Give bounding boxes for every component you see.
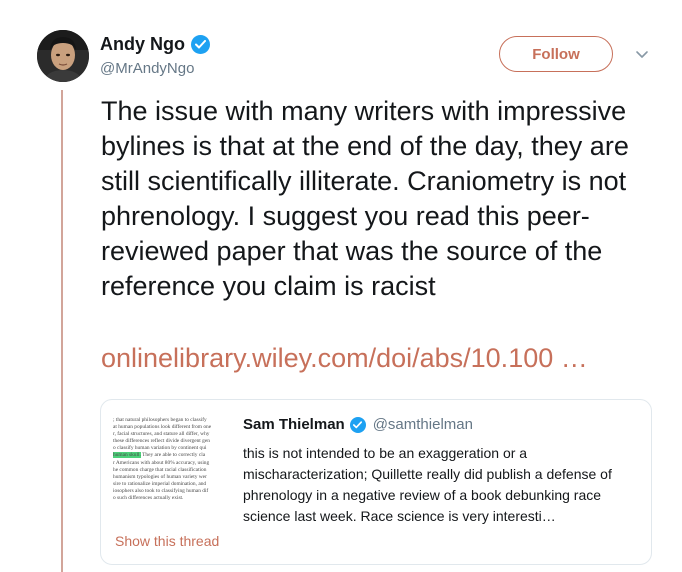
verified-badge-icon [349,416,366,433]
author-handle[interactable]: @MrAndyNgo [100,60,194,77]
quoted-tweet-thumbnail[interactable]: ; that natural philosophers began to cla… [113,417,231,525]
follow-button[interactable]: Follow [499,36,613,72]
verified-badge-icon [191,35,210,54]
thumbnail-line: he common charge that racial classificat… [113,466,207,473]
tweet-link[interactable]: onlinelibrary.wiley.com/doi/abs/10.100 … [101,341,661,376]
quoted-author[interactable]: Sam Thielman @samthielman [243,416,473,433]
thumbnail-line: iosophers also took to classifying human… [113,487,209,494]
thumbnail-line-rest: They are able to correctly cla [140,452,206,459]
tweet-container: Andy Ngo @MrAndyNgo Follow The issue wit… [0,0,682,572]
quoted-tweet-text: this is not intended to be an exaggerati… [243,445,612,524]
thumbnail-line: sire to rationalize imperial domination,… [113,480,207,487]
author-name-text[interactable]: Andy Ngo [100,34,185,55]
quoted-author-name[interactable]: Sam Thielman [243,416,345,433]
quoted-author-handle[interactable]: @samthielman [373,416,473,433]
author-display-name[interactable]: Andy Ngo [100,34,210,55]
thumbnail-line: r Americans with about 80% accuracy, usi… [113,459,210,466]
avatar[interactable] [37,30,89,82]
thread-connector-line [61,90,63,572]
thumbnail-line: o classify human variation by continent … [113,445,207,452]
show-thread-link[interactable]: Show this thread [115,533,219,549]
avatar-image [37,30,89,82]
thumbnail-line-highlighted: human skull. They are able to correctly … [113,452,231,459]
thumbnail-line: humanism typologies of human variety wer [113,473,207,480]
thumbnail-line: o such differences actually exist. [113,495,184,502]
chevron-down-icon[interactable] [634,46,650,62]
quoted-tweet-card[interactable]: ; that natural philosophers began to cla… [100,399,652,565]
thumbnail-highlight: human skull. [113,452,141,459]
tweet-text: The issue with many writers with impress… [101,96,637,301]
